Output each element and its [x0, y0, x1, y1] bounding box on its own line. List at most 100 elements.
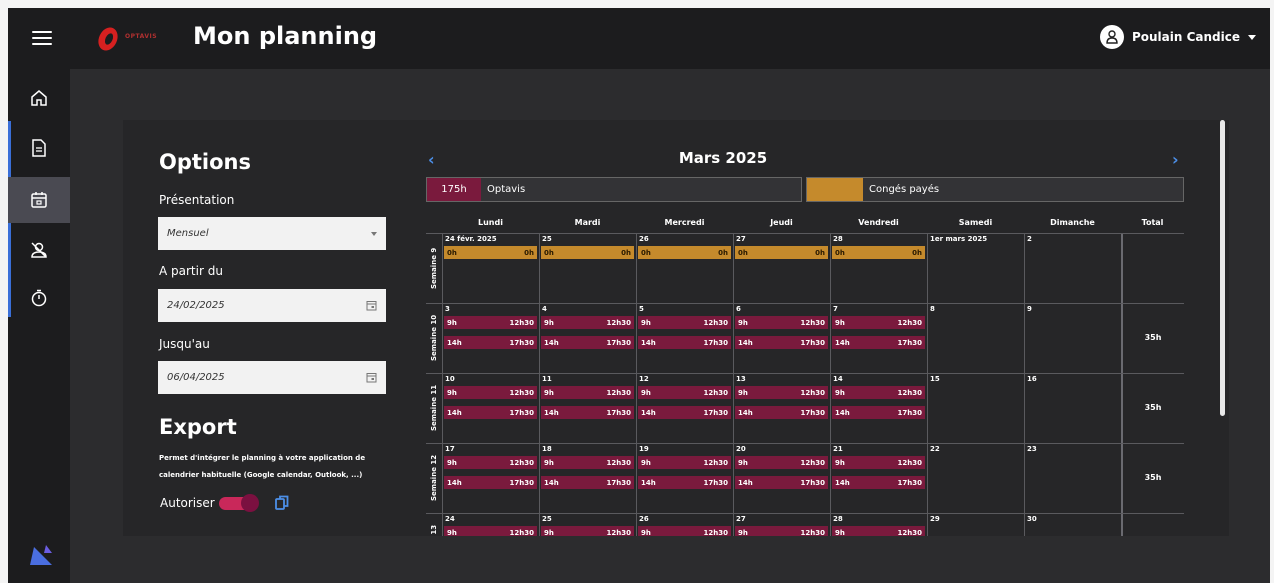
work-event[interactable]: 9h 12h30 — [638, 386, 731, 399]
work-event[interactable]: 14h 17h30 — [444, 336, 537, 349]
calendar-picker-icon[interactable] — [366, 300, 377, 311]
day-cell-date[interactable]: 11 — [542, 375, 552, 383]
day-cell-date[interactable]: 19 — [639, 445, 649, 453]
day-cell-date[interactable]: 14 — [833, 375, 843, 383]
stopwatch-icon[interactable] — [8, 275, 70, 321]
work-event[interactable]: 14h 17h30 — [735, 336, 828, 349]
event-start: 14h — [835, 338, 850, 347]
work-event[interactable]: 14h 17h30 — [444, 406, 537, 419]
work-event[interactable]: 9h 12h30 — [444, 456, 537, 469]
event-end: 17h30 — [897, 478, 922, 487]
presentation-select[interactable]: Mensuel — [158, 217, 386, 250]
work-event[interactable]: 14h 17h30 — [638, 406, 731, 419]
event-start: 14h — [447, 408, 462, 417]
to-date-input[interactable]: 06/04/2025 — [158, 361, 386, 394]
day-cell-date[interactable]: 22 — [930, 445, 940, 453]
work-event[interactable]: 9h 12h30 — [541, 386, 634, 399]
work-event[interactable]: 14h 17h30 — [541, 336, 634, 349]
day-cell-date[interactable]: 2 — [1027, 235, 1032, 243]
home-icon[interactable] — [8, 75, 70, 121]
day-cell-date[interactable]: 27 — [736, 235, 746, 243]
calendar-icon[interactable] — [8, 177, 70, 223]
day-cell-date[interactable]: 25 — [542, 235, 552, 243]
day-cell-date[interactable]: 16 — [1027, 375, 1037, 383]
day-cell-date[interactable]: 26 — [639, 235, 649, 243]
day-cell-date[interactable]: 29 — [930, 515, 940, 523]
work-event[interactable]: 14h 17h30 — [444, 476, 537, 489]
day-cell-date[interactable]: 23 — [1027, 445, 1037, 453]
day-cell-date[interactable]: 6 — [736, 305, 741, 313]
day-cell-date[interactable]: 1er mars 2025 — [930, 235, 987, 243]
allow-toggle[interactable] — [218, 493, 259, 512]
event-start: 9h — [738, 388, 748, 397]
day-cell-date[interactable]: 18 — [542, 445, 552, 453]
conge-event[interactable]: 0h 0h — [735, 246, 828, 259]
from-date-input[interactable]: 24/02/2025 — [158, 289, 386, 322]
user-off-icon[interactable] — [8, 227, 70, 273]
copy-icon[interactable] — [275, 495, 289, 511]
work-event[interactable]: 9h 12h30 — [832, 386, 925, 399]
event-end: 17h30 — [703, 338, 728, 347]
work-event[interactable]: 9h 12h30 — [832, 526, 925, 536]
work-event[interactable]: 14h 17h30 — [735, 406, 828, 419]
day-cell-date[interactable]: 30 — [1027, 515, 1037, 523]
calendar-picker-icon[interactable] — [366, 372, 377, 383]
work-event[interactable]: 9h 12h30 — [735, 386, 828, 399]
day-cell-date[interactable]: 25 — [542, 515, 552, 523]
day-cell-date[interactable]: 5 — [639, 305, 644, 313]
day-header-jeudi: Jeudi — [770, 218, 793, 227]
user-menu[interactable]: Poulain Candice — [1099, 25, 1256, 49]
day-cell-date[interactable]: 28 — [833, 515, 843, 523]
work-event[interactable]: 9h 12h30 — [444, 316, 537, 329]
day-cell-date[interactable]: 3 — [445, 305, 450, 313]
work-event[interactable]: 9h 12h30 — [541, 526, 634, 536]
day-cell-date[interactable]: 10 — [445, 375, 455, 383]
day-cell-date[interactable]: 4 — [542, 305, 547, 313]
work-event[interactable]: 14h 17h30 — [735, 476, 828, 489]
day-cell-date[interactable]: 17 — [445, 445, 455, 453]
previous-month-button[interactable]: ‹ — [428, 150, 435, 169]
day-cell-date[interactable]: 24 — [445, 515, 455, 523]
work-event[interactable]: 9h 12h30 — [444, 386, 537, 399]
work-event[interactable]: 9h 12h30 — [638, 316, 731, 329]
day-cell-date[interactable]: 12 — [639, 375, 649, 383]
conge-event[interactable]: 0h 0h — [541, 246, 634, 259]
day-cell-date[interactable]: 27 — [736, 515, 746, 523]
work-event[interactable]: 14h 17h30 — [638, 476, 731, 489]
work-event[interactable]: 14h 17h30 — [832, 476, 925, 489]
work-event[interactable]: 9h 12h30 — [832, 316, 925, 329]
work-event[interactable]: 9h 12h30 — [735, 526, 828, 536]
work-event[interactable]: 9h 12h30 — [541, 316, 634, 329]
work-event[interactable]: 14h 17h30 — [541, 406, 634, 419]
day-cell-date[interactable]: 13 — [736, 375, 746, 383]
work-event[interactable]: 14h 17h30 — [638, 336, 731, 349]
day-header-mercredi: Mercredi — [664, 218, 705, 227]
work-event[interactable]: 9h 12h30 — [638, 526, 731, 536]
work-event[interactable]: 9h 12h30 — [735, 456, 828, 469]
day-cell-date[interactable]: 24 févr. 2025 — [445, 235, 497, 243]
document-icon[interactable] — [8, 125, 70, 171]
menu-icon[interactable] — [32, 29, 52, 47]
work-event[interactable]: 9h 12h30 — [541, 456, 634, 469]
scrollbar[interactable] — [1220, 120, 1225, 416]
work-event[interactable]: 14h 17h30 — [832, 406, 925, 419]
conge-event[interactable]: 0h 0h — [638, 246, 731, 259]
conge-event[interactable]: 0h 0h — [832, 246, 925, 259]
event-end: 17h30 — [509, 338, 534, 347]
day-cell-date[interactable]: 21 — [833, 445, 843, 453]
conge-event[interactable]: 0h 0h — [444, 246, 537, 259]
day-cell-date[interactable]: 15 — [930, 375, 940, 383]
work-event[interactable]: 14h 17h30 — [832, 336, 925, 349]
work-event[interactable]: 14h 17h30 — [541, 476, 634, 489]
work-event[interactable]: 9h 12h30 — [832, 456, 925, 469]
work-event[interactable]: 9h 12h30 — [638, 456, 731, 469]
day-cell-date[interactable]: 20 — [736, 445, 746, 453]
day-cell-date[interactable]: 28 — [833, 235, 843, 243]
day-cell-date[interactable]: 9 — [1027, 305, 1032, 313]
day-cell-date[interactable]: 7 — [833, 305, 838, 313]
day-cell-date[interactable]: 8 — [930, 305, 935, 313]
day-cell-date[interactable]: 26 — [639, 515, 649, 523]
work-event[interactable]: 9h 12h30 — [444, 526, 537, 536]
work-event[interactable]: 9h 12h30 — [735, 316, 828, 329]
next-month-button[interactable]: › — [1172, 150, 1179, 169]
